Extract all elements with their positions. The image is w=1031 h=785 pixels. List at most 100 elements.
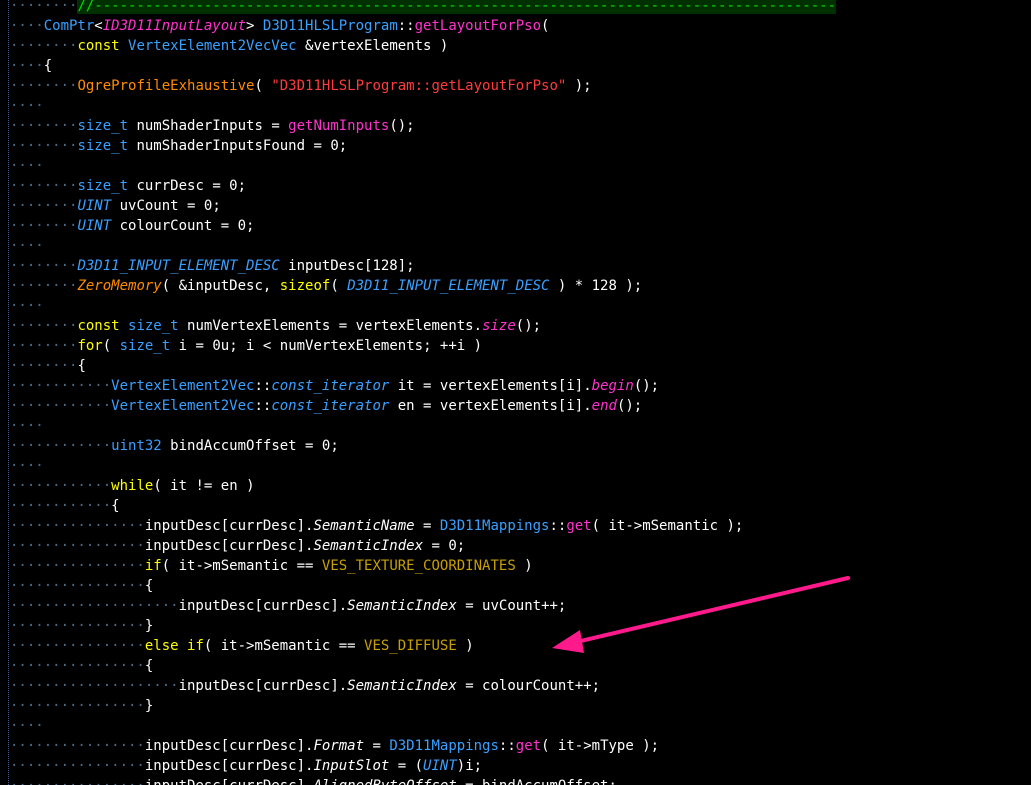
- code-line[interactable]: ················}: [0, 696, 836, 716]
- code-line[interactable]: ········UINT uvCount = 0;: [0, 196, 836, 216]
- code-token-op: );: [726, 518, 744, 534]
- code-line[interactable]: ········const size_t numVertexElements =…: [0, 316, 836, 336]
- indent-whitespace: ········: [10, 0, 78, 14]
- code-token-def: bindAccumOffset: [170, 438, 306, 454]
- code-line[interactable]: ····: [0, 96, 836, 116]
- code-line[interactable]: ····{: [0, 56, 836, 76]
- code-token-op: ): [246, 478, 255, 494]
- code-token-def: numVertexElements: [187, 318, 339, 334]
- indent-whitespace: ················: [10, 518, 145, 534]
- code-token-op: =: [465, 778, 482, 785]
- code-token-def: colourCount: [482, 678, 575, 694]
- code-token-typi: D3D11_INPUT_ELEMENT_DESC: [77, 258, 289, 274]
- code-line[interactable]: ····················inputDesc[currDesc].…: [0, 596, 836, 616]
- code-token-typi: const_iterator: [271, 398, 398, 414]
- code-token-op: = (: [397, 758, 424, 774]
- code-token-def: currDesc: [262, 678, 331, 694]
- code-token-op: ) *: [557, 278, 592, 294]
- code-line[interactable]: ················inputDesc[currDesc].Sema…: [0, 536, 836, 556]
- code-token-op: ].: [574, 398, 592, 414]
- code-token-op: );: [625, 278, 643, 294]
- code-editor[interactable]: ········//------------------------------…: [0, 0, 1031, 785]
- indent-whitespace: ················: [10, 778, 145, 785]
- code-line[interactable]: ············VertexElement2Vec::const_ite…: [0, 376, 836, 396]
- code-token-def: inputDesc: [178, 598, 255, 614]
- indent-whitespace: ····················: [10, 678, 179, 694]
- code-line[interactable]: ········ZeroMemory( &inputDesc, sizeof( …: [0, 276, 836, 296]
- code-line[interactable]: ········{: [0, 356, 836, 376]
- code-token-type: size_t: [77, 178, 137, 194]
- code-token-typi: const_iterator: [271, 378, 398, 394]
- code-token-op: ->: [625, 518, 643, 534]
- indent-whitespace: ····················: [10, 598, 179, 614]
- code-token-op: ; ++: [423, 338, 457, 354]
- code-line[interactable]: ················inputDesc[currDesc].Inpu…: [0, 756, 836, 776]
- code-line[interactable]: ····: [0, 236, 836, 256]
- code-token-op: ->: [574, 738, 592, 754]
- code-line[interactable]: ········size_t currDesc = 0;: [0, 176, 836, 196]
- indent-whitespace: ········: [10, 318, 78, 334]
- code-line[interactable]: ············{: [0, 496, 836, 516]
- indent-whitespace: ········: [10, 258, 78, 274]
- code-token-op: [: [220, 738, 230, 754]
- code-line[interactable]: ········OgreProfileExhaustive( "D3D11HLS…: [0, 76, 836, 96]
- indent-whitespace: ····: [10, 418, 44, 434]
- code-token-kw: for: [77, 338, 103, 354]
- code-token-op: >: [246, 18, 263, 34]
- indent-whitespace: ········: [10, 338, 78, 354]
- indent-whitespace: ················: [10, 658, 145, 674]
- code-line[interactable]: ················inputDesc[currDesc].Alig…: [0, 776, 836, 785]
- code-line[interactable]: ····: [0, 416, 836, 436]
- code-token-kw: const: [77, 38, 129, 54]
- indent-whitespace: ····: [10, 718, 44, 734]
- indent-whitespace: ················: [10, 618, 145, 634]
- code-line[interactable]: ····ComPtr<ID3D11InputLayout> D3D11HLSLP…: [0, 16, 836, 36]
- code-token-mem: InputSlot: [313, 758, 398, 774]
- code-token-type: size_t: [119, 338, 179, 354]
- code-line[interactable]: ····················inputDesc[currDesc].…: [0, 676, 836, 696]
- code-line[interactable]: ················{: [0, 576, 836, 596]
- code-token-op: ++;: [541, 598, 567, 614]
- code-token-op: ==: [296, 558, 322, 574]
- code-line[interactable]: ················inputDesc[currDesc].Sema…: [0, 516, 836, 536]
- code-token-op: [: [254, 598, 263, 614]
- code-token-op: ].: [296, 518, 314, 534]
- code-lines[interactable]: ········//------------------------------…: [0, 0, 837, 785]
- code-line[interactable]: ········for( size_t i = 0u; i < numVerte…: [0, 336, 836, 356]
- code-token-mem: SemanticIndex: [347, 598, 466, 614]
- code-line[interactable]: ············uint32 bindAccumOffset = 0;: [0, 436, 836, 456]
- code-token-op: ].: [296, 758, 314, 774]
- code-line[interactable]: ················{: [0, 656, 836, 676]
- code-token-type: VertexElement2Vec: [111, 398, 255, 414]
- code-line[interactable]: ········UINT colourCount = 0;: [0, 216, 836, 236]
- code-token-def: currDesc: [229, 518, 297, 534]
- code-line[interactable]: ········D3D11_INPUT_ELEMENT_DESC inputDe…: [0, 256, 836, 276]
- code-line[interactable]: ············while( it != en ): [0, 476, 836, 496]
- indent-whitespace: ············: [10, 378, 112, 394]
- code-token-type: size_t: [77, 138, 137, 154]
- code-token-op: ++;: [574, 678, 601, 694]
- indent-whitespace: ················: [10, 758, 145, 774]
- code-token-def: uvCount: [119, 198, 188, 214]
- code-line[interactable]: ················inputDesc[currDesc].Form…: [0, 736, 836, 756]
- code-line[interactable]: ····: [0, 716, 836, 736]
- code-line[interactable]: ····: [0, 156, 836, 176]
- code-token-type: VertexElement2Vec: [111, 378, 255, 394]
- code-token-def: i: [465, 758, 474, 774]
- code-token-typi: D3D11_INPUT_ELEMENT_DESC: [347, 278, 558, 294]
- code-line[interactable]: ····: [0, 296, 836, 316]
- code-line[interactable]: ················}: [0, 616, 836, 636]
- code-token-def: currDesc: [229, 758, 297, 774]
- code-line[interactable]: ················if( it->mSemantic == VES…: [0, 556, 836, 576]
- code-line[interactable]: ········size_t numShaderInputs = getNumI…: [0, 116, 836, 136]
- code-line[interactable]: ········//------------------------------…: [0, 0, 837, 16]
- code-line[interactable]: ················else if( it->mSemantic =…: [0, 636, 836, 656]
- code-line[interactable]: ············VertexElement2Vec::const_ite…: [0, 396, 836, 416]
- code-token-def: inputDesc: [144, 738, 221, 754]
- code-line[interactable]: ····: [0, 456, 836, 476]
- code-token-fn: get: [566, 518, 592, 534]
- code-token-op: !=: [195, 478, 221, 494]
- code-line[interactable]: ········size_t numShaderInputsFound = 0;: [0, 136, 836, 156]
- code-token-op: =: [423, 378, 440, 394]
- code-line[interactable]: ········const VertexElement2VecVec &vert…: [0, 36, 836, 56]
